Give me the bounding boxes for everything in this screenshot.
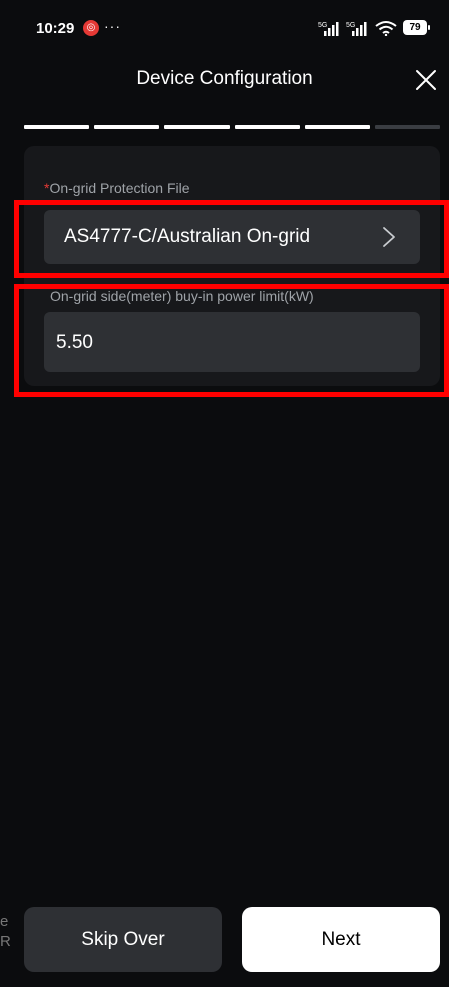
protection-file-label: *On-grid Protection File [44, 180, 190, 196]
edge-text-line: R [0, 933, 11, 950]
protection-file-label-text: On-grid Protection File [49, 180, 190, 196]
progress-step [304, 125, 370, 129]
close-icon[interactable] [413, 67, 439, 93]
signal-5g-icon: 5G [318, 22, 339, 36]
progress-step [164, 125, 230, 129]
more-notifications-icon: ··· [104, 18, 121, 34]
highlight-box-buy-in-limit [14, 284, 449, 397]
signal-5g-label: 5G [318, 22, 327, 29]
page-title: Device Configuration [136, 68, 313, 89]
progress-step [24, 125, 90, 129]
step-progress-bar [24, 125, 441, 129]
edge-text: e R [0, 912, 11, 952]
highlight-box-protection-file [14, 200, 449, 278]
signal-5g-secondary-icon: 5G [346, 22, 367, 36]
status-time: 10:29 [36, 20, 75, 37]
app-screen: 10:29 ◎ ··· 5G 5G 79 Device Configuratio… [0, 0, 449, 987]
progress-step [234, 125, 300, 129]
alert-badge-icon: ◎ [83, 20, 99, 36]
skip-over-button[interactable]: Skip Over [24, 907, 222, 972]
next-button[interactable]: Next [242, 907, 440, 972]
signal-5g-secondary-label: 5G [346, 22, 355, 29]
wifi-icon [375, 21, 397, 36]
edge-text-line: e [0, 913, 9, 930]
battery-icon: 79 [403, 20, 430, 35]
progress-step-pending [374, 125, 441, 129]
progress-step [94, 125, 160, 129]
status-bar: 10:29 ◎ ··· 5G 5G 79 [0, 0, 449, 60]
